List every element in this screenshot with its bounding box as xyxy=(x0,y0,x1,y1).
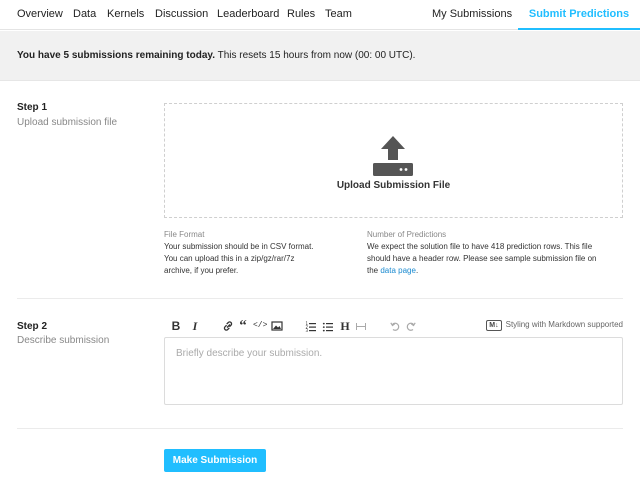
svg-text:3: 3 xyxy=(306,328,309,333)
ordered-list-icon[interactable]: 1 2 3 xyxy=(305,318,317,334)
file-format-text: Your submission should be in CSV format.… xyxy=(164,241,349,277)
markdown-note: M↓ Styling with Markdown supported xyxy=(486,320,623,331)
file-format-line2: You can upload this in a zip/gz/rar/7z xyxy=(164,254,295,263)
step2-subtitle: Describe submission xyxy=(17,335,110,346)
tab-data[interactable]: Data xyxy=(73,0,96,30)
upload-icon xyxy=(373,136,413,176)
predictions-line3: the data page. xyxy=(367,265,623,277)
predictions-line1: We expect the solution file to have 418 … xyxy=(367,242,593,251)
tab-submit-predictions[interactable]: Submit Predictions xyxy=(518,0,640,30)
tab-kernels[interactable]: Kernels xyxy=(107,0,144,30)
file-format-line1: Your submission should be in CSV format. xyxy=(164,242,314,251)
file-format-line3: archive, if you prefer. xyxy=(164,266,239,275)
banner-rest: This resets 15 hours from now (00: 00 UT… xyxy=(215,50,416,61)
predictions-line3-prefix: the xyxy=(367,266,381,275)
tab-discussion[interactable]: Discussion xyxy=(155,0,208,30)
predictions-line3-suffix: . xyxy=(415,266,419,275)
bold-button[interactable]: B xyxy=(170,318,182,334)
editor-toolbar: B I “ </> 1 2 3 H M↓ Styling with Markdo… xyxy=(164,318,623,334)
markdown-icon: M↓ xyxy=(486,320,502,331)
step2-title: Step 2 xyxy=(17,321,48,332)
upload-label: Upload Submission File xyxy=(336,180,451,191)
quote-button[interactable]: “ xyxy=(238,318,248,334)
upload-dropzone[interactable]: Upload Submission File xyxy=(164,103,623,218)
heading-button[interactable]: H xyxy=(339,318,351,334)
tab-my-submissions[interactable]: My Submissions xyxy=(432,0,512,30)
description-input[interactable] xyxy=(164,337,623,405)
redo-icon[interactable] xyxy=(405,318,417,334)
step1-title: Step 1 xyxy=(17,102,48,113)
step1-subtitle: Upload submission file xyxy=(17,117,118,128)
tab-rules[interactable]: Rules xyxy=(287,0,315,30)
predictions-heading: Number of Predictions xyxy=(367,230,447,239)
undo-icon[interactable] xyxy=(389,318,401,334)
banner-bold: You have 5 submissions remaining today. xyxy=(17,50,216,61)
tab-overview[interactable]: Overview xyxy=(17,0,63,30)
predictions-text: We expect the solution file to have 418 … xyxy=(367,241,623,277)
top-nav: Overview Data Kernels Discussion Leaderb… xyxy=(0,0,640,30)
banner-text: You have 5 submissions remaining today. … xyxy=(17,50,415,61)
predictions-line2: should have a header row. Please see sam… xyxy=(367,254,597,263)
unordered-list-icon[interactable] xyxy=(322,318,334,334)
horizontal-rule-icon[interactable] xyxy=(355,318,367,334)
image-icon[interactable] xyxy=(271,318,283,334)
submissions-remaining-banner: You have 5 submissions remaining today. … xyxy=(0,31,640,81)
tab-leaderboard[interactable]: Leaderboard xyxy=(217,0,279,30)
link-icon[interactable] xyxy=(222,318,234,334)
section-divider-2 xyxy=(17,428,623,429)
data-page-link[interactable]: data page xyxy=(380,266,416,275)
make-submission-button[interactable]: Make Submission xyxy=(164,449,266,472)
tab-team[interactable]: Team xyxy=(325,0,352,30)
markdown-note-text: Styling with Markdown supported xyxy=(505,320,623,329)
file-format-heading: File Format xyxy=(164,230,205,239)
code-button[interactable]: </> xyxy=(253,318,267,334)
italic-button[interactable]: I xyxy=(190,318,200,334)
section-divider xyxy=(17,298,623,299)
